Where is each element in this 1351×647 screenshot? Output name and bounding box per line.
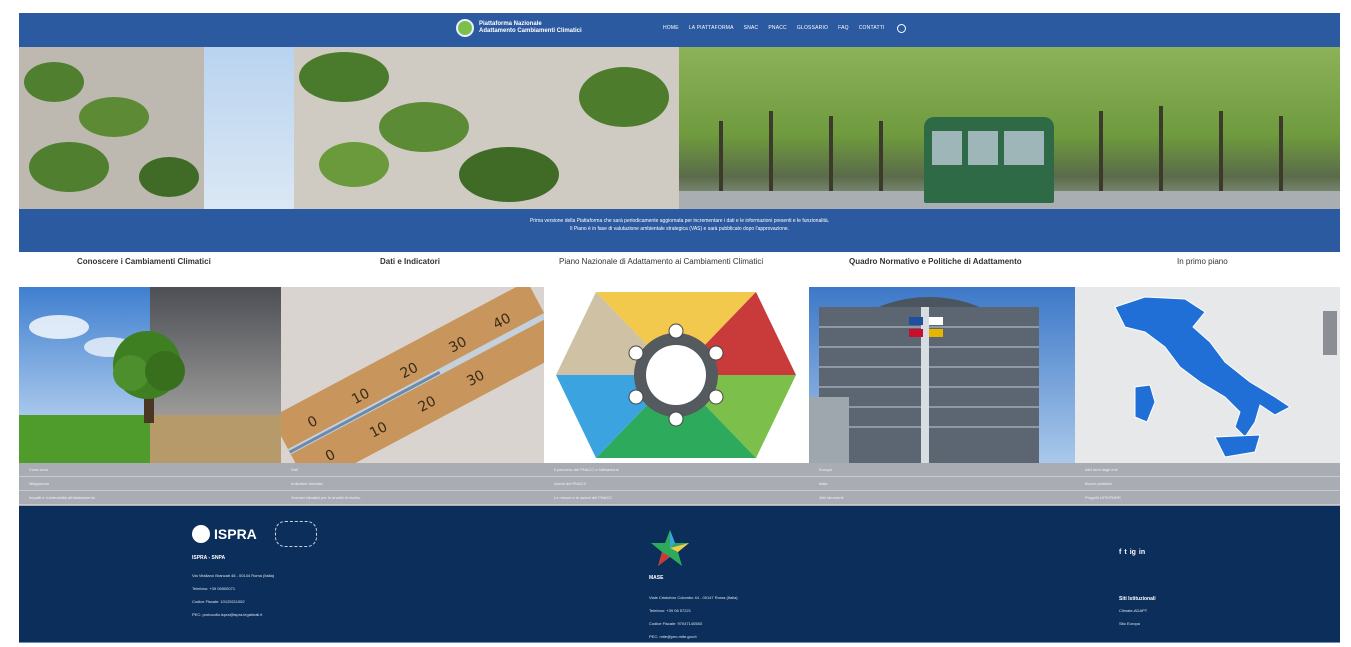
- snpa-logo-icon: [274, 521, 317, 547]
- links-quadro: Europa Italia Altri strumenti: [809, 463, 1075, 506]
- link-item[interactable]: Dati: [281, 463, 544, 477]
- nav-glossario[interactable]: GLOSSARIO: [797, 25, 828, 31]
- nav-piattaforma[interactable]: LA PIATTAFORMA: [689, 25, 734, 31]
- link-item[interactable]: Italia: [809, 477, 1075, 491]
- link-item[interactable]: Europa: [809, 463, 1075, 477]
- twitter-icon[interactable]: t: [1124, 549, 1126, 556]
- mase-address: Viale Cristoforo Colombo 44 - 00147 Roma…: [649, 595, 738, 600]
- links-primo-piano: Altri temi dagli enti Buone pratiche Pro…: [1075, 463, 1340, 506]
- section-title-pnacc[interactable]: Piano Nazionale di Adattamento ai Cambia…: [559, 257, 763, 266]
- instagram-icon[interactable]: ig: [1130, 549, 1136, 556]
- mase-star-logo-icon: [651, 530, 689, 566]
- nav-faq[interactable]: FAQ: [838, 25, 849, 31]
- tile-pnacc[interactable]: [544, 287, 809, 463]
- tile-climate-change[interactable]: [19, 287, 281, 463]
- link-item[interactable]: Altri strumenti: [809, 491, 1075, 505]
- section-title-quadro[interactable]: Quadro Normativo e Politiche di Adattame…: [849, 257, 1022, 266]
- scroll-to-top-button[interactable]: [1323, 311, 1337, 355]
- link-climate-adapt[interactable]: Climate-ADAPT: [1119, 604, 1156, 617]
- banner-line1: Prima versione della Piattaforma che sar…: [529, 218, 830, 224]
- nav-home[interactable]: HOME: [663, 25, 679, 31]
- section-title-conoscere[interactable]: Conoscere i Cambiamenti Climatici: [77, 257, 211, 266]
- main-nav: HOME LA PIATTAFORMA SNAC PNACC GLOSSARIO…: [663, 25, 885, 31]
- banner-line2: Il Piano è in fase di valutazione ambien…: [569, 226, 790, 232]
- institutional-links: Siti Istituzionali Climate-ADAPT Sito Eu…: [1119, 596, 1156, 630]
- ispra-logo-text: ISPRA: [214, 526, 257, 542]
- hero-image: [19, 47, 1340, 209]
- link-item[interactable]: Altri temi dagli enti: [1075, 463, 1340, 477]
- ispra-pec[interactable]: PEC: protocollo.ispra@ispra.legalmail.it: [192, 608, 317, 621]
- link-item[interactable]: Azioni del PNACC: [544, 477, 809, 491]
- hero-tree-lined-street: [679, 47, 1340, 209]
- category-links: Cosa sono Mitigazione Impatti e vulnerab…: [19, 463, 1340, 506]
- section-title-dati[interactable]: Dati e Indicatori: [380, 257, 440, 266]
- link-item[interactable]: Impatti e vulnerabilità all'adattamento: [19, 491, 281, 505]
- ispra-address: Via Vitaliano Brancati 48 - 00144 Roma (…: [192, 573, 275, 578]
- link-item[interactable]: Scenari climatici per le analisi di risc…: [281, 491, 544, 505]
- logo-line1: Piattaforma Nazionale: [479, 21, 542, 27]
- site-footer: ISPRA ISPRA - SNPA Via Vitaliano Brancat…: [19, 506, 1340, 643]
- tile-policy[interactable]: [809, 287, 1075, 463]
- mase-label: MASE: [649, 575, 664, 581]
- info-banner: Prima versione della Piattaforma che sar…: [19, 209, 1340, 252]
- facebook-icon[interactable]: f: [1119, 549, 1121, 556]
- ispra-logo-icon: [192, 525, 210, 543]
- page-frame: Piattaforma Nazionale Adattamento Cambia…: [19, 13, 1340, 643]
- category-tiles: 0 10 20 30 40 0 10 20 30: [19, 287, 1340, 463]
- link-item[interactable]: Mitigazione: [19, 477, 281, 491]
- section-title-primo-piano[interactable]: In primo piano: [1177, 257, 1228, 266]
- link-item[interactable]: Il percorso del PNACC e l'attuazione: [544, 463, 809, 477]
- ispra-block: ISPRA ISPRA - SNPA Via Vitaliano Brancat…: [192, 521, 317, 621]
- tile-in-primo-piano[interactable]: [1075, 287, 1340, 463]
- mase-fiscal-code: Codice Fiscale: 97047140583: [649, 621, 702, 626]
- link-item[interactable]: Indicatori climatici: [281, 477, 544, 491]
- links-dati: Dati Indicatori climatici Scenari climat…: [281, 463, 544, 506]
- tram-image: [924, 117, 1054, 203]
- links-pnacc: Il percorso del PNACC e l'attuazione Azi…: [544, 463, 809, 506]
- nav-contatti[interactable]: CONTATTI: [859, 25, 885, 31]
- footer-bottom-line: [19, 642, 1340, 643]
- tile-data-indicators[interactable]: 0 10 20 30 40 0 10 20 30: [281, 287, 544, 463]
- social-links: f t ig in: [1119, 549, 1145, 556]
- link-item[interactable]: Le misure e le azioni del PNACC: [544, 491, 809, 505]
- ispra-fiscal-code: Codice Fiscale: 10125211002: [192, 599, 245, 604]
- links-conoscere: Cosa sono Mitigazione Impatti e vulnerab…: [19, 463, 281, 506]
- linkedin-icon[interactable]: in: [1139, 549, 1145, 556]
- link-item[interactable]: Cosa sono: [19, 463, 281, 477]
- nav-snac[interactable]: SNAC: [744, 25, 759, 31]
- nav-pnacc[interactable]: PNACC: [768, 25, 787, 31]
- hero-vertical-forest: [19, 47, 679, 209]
- section-titles: Conoscere i Cambiamenti Climatici Dati e…: [19, 255, 1340, 270]
- link-item[interactable]: Progetti LIFE/PNRR: [1075, 491, 1340, 505]
- link-item[interactable]: Buone pratiche: [1075, 477, 1340, 491]
- search-icon[interactable]: [897, 24, 906, 33]
- site-logo[interactable]: Piattaforma Nazionale Adattamento Cambia…: [456, 19, 582, 37]
- top-navbar: Piattaforma Nazionale Adattamento Cambia…: [19, 13, 1340, 47]
- ispra-phone: Telefono: +39 06500071: [192, 586, 236, 591]
- logo-line2: Adattamento Cambiamenti Climatici: [479, 28, 582, 34]
- ispra-label: ISPRA - SNPA: [192, 555, 226, 561]
- logo-globe-icon: [456, 19, 474, 37]
- link-europa[interactable]: Sito Europa: [1119, 617, 1156, 630]
- mase-block: MASE Viale Cristoforo Colombo 44 - 00147…: [649, 528, 738, 643]
- mase-phone: Telefono: +39 06 57221: [649, 608, 691, 613]
- institutional-links-title: Siti Istituzionali: [1119, 596, 1156, 602]
